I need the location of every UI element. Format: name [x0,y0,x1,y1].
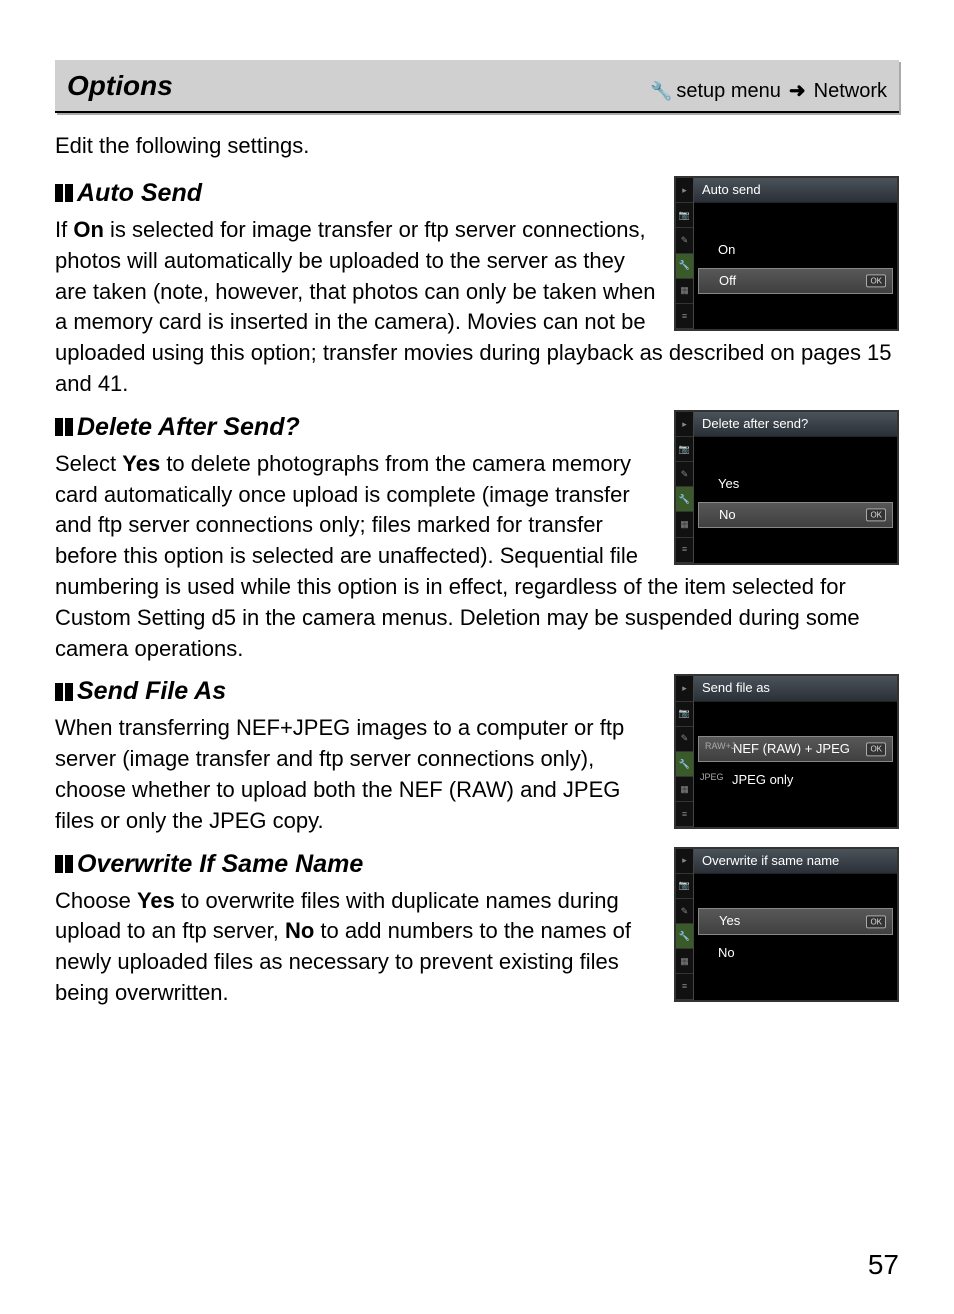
option-off-label: Off [719,273,736,288]
sidebar-play-icon: ▸ [676,412,693,437]
camera-sidebar: ▸ 📷 ✎ 🔧 ▦ ≡ [676,676,694,827]
sidebar-pencil-icon: ✎ [676,727,693,752]
screenshot-send-file-as: ▸ 📷 ✎ 🔧 ▦ ≡ Send file as RAW+J NEF (RAW)… [674,674,899,829]
sidebar-wrench-icon: 🔧 [676,752,693,777]
sidebar-camera-icon: 📷 [676,702,693,727]
option-yes[interactable]: Yes OK [698,908,893,934]
option-prefix: JPEG [700,771,724,784]
breadcrumb-network: Network [814,77,887,105]
text-bold-no: No [285,918,314,943]
camera-options: RAW+J NEF (RAW) + JPEG OK JPEG JPEG only [694,702,897,828]
option-no-label: No [719,507,736,522]
double-bar-icon [55,855,73,873]
sidebar-menu-icon: ≡ [676,304,693,329]
camera-title: Overwrite if same name [694,849,897,874]
sidebar-retouch-icon: ▦ [676,777,693,802]
camera-title: Send file as [694,676,897,701]
option-yes[interactable]: Yes [694,472,897,496]
section-send-file-as: ▸ 📷 ✎ 🔧 ▦ ≡ Send file as RAW+J NEF (RAW)… [55,674,899,836]
section-title-text: Send File As [77,674,226,709]
option-label: NEF (RAW) + JPEG [733,741,850,756]
camera-main: Send file as RAW+J NEF (RAW) + JPEG OK J… [694,676,897,827]
text: Choose [55,888,137,913]
ok-badge: OK [866,275,886,288]
sidebar-play-icon: ▸ [676,849,693,874]
section-title-delete-after: Delete After Send? [55,410,662,445]
section-overwrite: ▸ 📷 ✎ 🔧 ▦ ≡ Overwrite if same name Yes O… [55,847,899,1009]
option-off[interactable]: Off OK [698,268,893,294]
camera-options: Yes OK No [694,874,897,1000]
camera-main: Auto send On Off OK [694,178,897,329]
sidebar-retouch-icon: ▦ [676,279,693,304]
intro-text: Edit the following settings. [55,131,899,162]
camera-options: Yes No OK [694,437,897,563]
screenshot-overwrite: ▸ 📷 ✎ 🔧 ▦ ≡ Overwrite if same name Yes O… [674,847,899,1002]
option-on[interactable]: On [694,238,897,262]
arrow-right-icon: ➜ [789,77,806,105]
camera-title: Delete after send? [694,412,897,437]
double-bar-icon [55,184,73,202]
sidebar-wrench-icon: 🔧 [676,487,693,512]
sidebar-wrench-icon: 🔧 [676,254,693,279]
section-title-text: Overwrite If Same Name [77,847,363,882]
sidebar-pencil-icon: ✎ [676,462,693,487]
header-bar: Options 🔧 setup menu ➜ Network [55,60,899,113]
sidebar-camera-icon: 📷 [676,437,693,462]
page-number: 57 [868,1245,899,1284]
text-bold-yes: Yes [137,888,175,913]
sidebar-retouch-icon: ▦ [676,512,693,537]
sidebar-camera-icon: 📷 [676,203,693,228]
option-jpeg-only[interactable]: JPEG JPEG only [694,768,897,792]
camera-main: Overwrite if same name Yes OK No [694,849,897,1000]
option-raw-jpeg[interactable]: RAW+J NEF (RAW) + JPEG OK [698,736,893,762]
section-title-send-file-as: Send File As [55,674,662,709]
text-bold-yes: Yes [122,451,160,476]
sidebar-pencil-icon: ✎ [676,899,693,924]
section-auto-send: ▸ 📷 ✎ 🔧 ▦ ≡ Auto send On Off OK Auto Sen… [55,176,899,400]
ok-badge: OK [866,743,886,756]
camera-sidebar: ▸ 📷 ✎ 🔧 ▦ ≡ [676,178,694,329]
sidebar-play-icon: ▸ [676,676,693,701]
camera-sidebar: ▸ 📷 ✎ 🔧 ▦ ≡ [676,412,694,563]
sidebar-retouch-icon: ▦ [676,949,693,974]
camera-options: On Off OK [694,203,897,329]
header-title: Options [67,66,173,105]
camera-main: Delete after send? Yes No OK [694,412,897,563]
option-no[interactable]: No OK [698,502,893,528]
option-prefix: RAW+J [705,740,735,753]
ok-badge: OK [866,915,886,928]
section-title-text: Delete After Send? [77,410,300,445]
sidebar-wrench-icon: 🔧 [676,924,693,949]
wrench-icon: 🔧 [650,79,672,104]
sidebar-menu-icon: ≡ [676,974,693,999]
text-bold-on: On [73,217,104,242]
option-label: JPEG only [732,772,793,787]
double-bar-icon [55,418,73,436]
sidebar-menu-icon: ≡ [676,538,693,563]
breadcrumb-setup: setup menu [676,77,781,105]
section-title-auto-send: Auto Send [55,176,662,211]
sidebar-camera-icon: 📷 [676,874,693,899]
section-title-overwrite: Overwrite If Same Name [55,847,662,882]
sidebar-pencil-icon: ✎ [676,228,693,253]
screenshot-delete-after: ▸ 📷 ✎ 🔧 ▦ ≡ Delete after send? Yes No OK [674,410,899,565]
text: If [55,217,73,242]
header-breadcrumb: 🔧 setup menu ➜ Network [650,77,887,105]
screenshot-auto-send: ▸ 📷 ✎ 🔧 ▦ ≡ Auto send On Off OK [674,176,899,331]
text: Select [55,451,122,476]
option-yes-label: Yes [719,913,740,928]
camera-sidebar: ▸ 📷 ✎ 🔧 ▦ ≡ [676,849,694,1000]
double-bar-icon [55,683,73,701]
section-delete-after: ▸ 📷 ✎ 🔧 ▦ ≡ Delete after send? Yes No OK… [55,410,899,665]
sidebar-menu-icon: ≡ [676,802,693,827]
camera-title: Auto send [694,178,897,203]
option-no[interactable]: No [694,941,897,965]
ok-badge: OK [866,508,886,521]
section-title-text: Auto Send [77,176,202,211]
sidebar-play-icon: ▸ [676,178,693,203]
